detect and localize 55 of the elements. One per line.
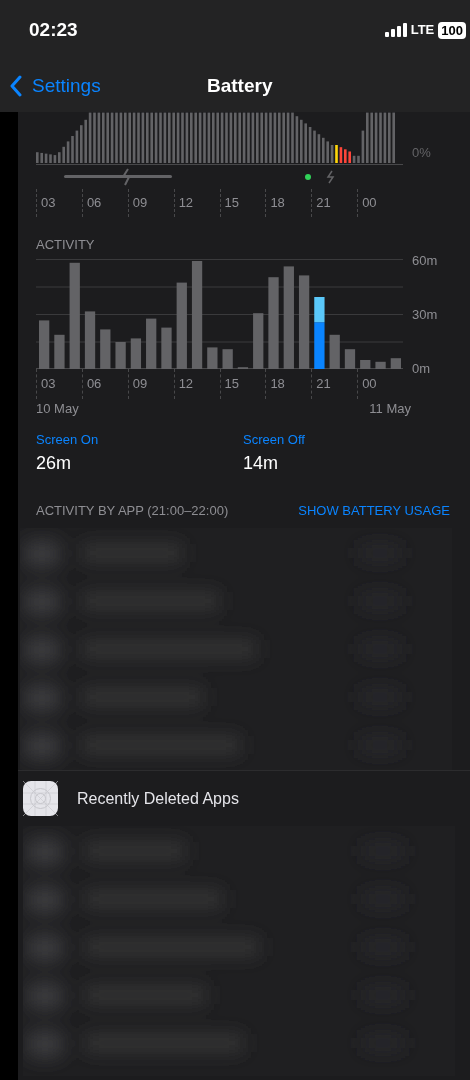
- activity-bar: [360, 359, 371, 369]
- axis-label: 06: [86, 374, 102, 393]
- page-title: Battery: [207, 73, 273, 98]
- axis-label: 00: [362, 194, 377, 213]
- axis-label: 06: [86, 194, 102, 213]
- activity-bar: [161, 327, 172, 369]
- activity-bar: [344, 348, 356, 369]
- activity-bar: [39, 319, 50, 369]
- activity-bar: [100, 328, 111, 369]
- chevron-left-icon: [9, 75, 22, 97]
- back-button[interactable]: Settings: [0, 71, 101, 101]
- activity-bar: [237, 366, 249, 369]
- section-title: ACTIVITY: [35, 236, 96, 254]
- axis-label: 21: [316, 194, 331, 213]
- activity-bar: [84, 310, 96, 369]
- activity-bar: [329, 334, 340, 369]
- section-header: ACTIVITY BY APP (21:00–22:00): [36, 501, 229, 520]
- axis-label: 18: [270, 194, 285, 213]
- axis-label: 18: [270, 374, 285, 393]
- activity-bar: [222, 348, 233, 369]
- app-grid-icon: [23, 781, 58, 816]
- stat-value: 26m: [36, 451, 72, 475]
- stat-label: Screen On: [36, 431, 100, 449]
- axis-label: 12: [178, 374, 194, 393]
- stat-value: 14m: [243, 451, 279, 475]
- axis-label: 0m: [412, 360, 431, 377]
- axis-label: 03: [41, 374, 56, 393]
- axis-label: 21: [316, 374, 331, 393]
- clock: 02:23: [29, 17, 78, 42]
- axis-label: 30m: [412, 306, 438, 323]
- axis-label: 03: [41, 194, 56, 213]
- activity-bar: [207, 346, 218, 369]
- activity-bar: [375, 361, 386, 369]
- activity-bar: [115, 341, 126, 369]
- axis-label: 09: [132, 194, 148, 213]
- activity-bar: [146, 318, 157, 369]
- network-type: LTE: [410, 21, 435, 40]
- activity-bar: [390, 357, 401, 369]
- axis-label: 15: [224, 374, 239, 393]
- signal-icon: [384, 23, 407, 37]
- activity-bar: [130, 337, 142, 369]
- activity-bar: [253, 312, 264, 369]
- activity-bar: [54, 334, 65, 369]
- show-battery-usage-link[interactable]: SHOW BATTERY USAGE: [298, 500, 450, 520]
- axis-label: 09: [132, 374, 148, 393]
- date-label: 11 May: [369, 399, 411, 418]
- battery-level: 100: [438, 21, 466, 39]
- axis-label: 0%: [412, 143, 431, 162]
- stat-label: Screen Off: [243, 431, 306, 449]
- axis-label: 60m: [412, 252, 438, 269]
- date-label: 10 May: [36, 399, 79, 418]
- axis-label: 12: [178, 194, 194, 213]
- list-item-label: Recently Deleted Apps: [77, 788, 239, 809]
- axis-label: 15: [224, 194, 239, 213]
- axis-label: 00: [362, 374, 377, 393]
